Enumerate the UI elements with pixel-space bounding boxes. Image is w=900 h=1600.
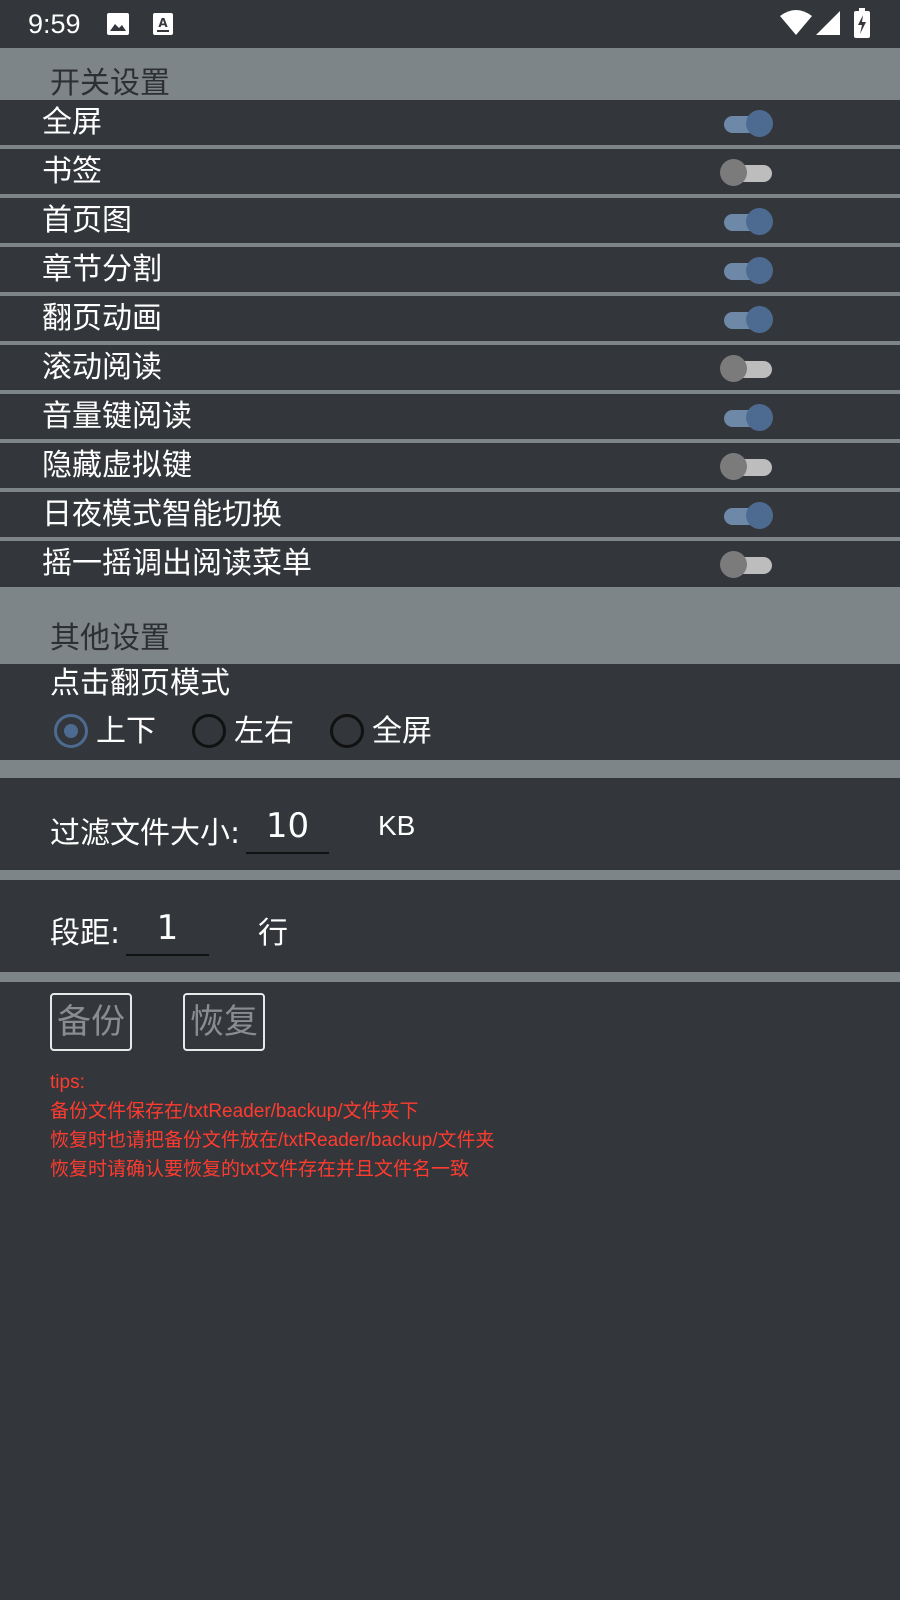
toggle-thumb [746, 110, 773, 137]
toggle-thumb [746, 306, 773, 333]
paragraph-spacing-label: 段距: [50, 916, 121, 951]
radio-unchecked-icon [192, 714, 226, 748]
switch-row-bookmark[interactable]: 书签 [0, 150, 900, 194]
switch-label: 摇一摇调出阅读菜单 [42, 546, 312, 581]
switch-row-day-night-auto[interactable]: 日夜模式智能切换 [0, 493, 900, 537]
switch-row-shake-menu[interactable]: 摇一摇调出阅读菜单 [0, 542, 900, 586]
backup-button[interactable]: 备份 [50, 993, 132, 1051]
other-section-header: 其他设置 [0, 587, 900, 664]
switch-row-page-animation[interactable]: 翻页动画 [0, 297, 900, 341]
switch-row-scroll-reading[interactable]: 滚动阅读 [0, 346, 900, 390]
filter-size-row: 过滤文件大小: 10 KB [0, 778, 900, 870]
switch-section-title: 开关设置 [50, 66, 170, 101]
fullscreen-toggle[interactable] [722, 110, 773, 137]
switch-row-hide-nav-keys[interactable]: 隐藏虚拟键 [0, 444, 900, 488]
radio-label: 左右 [234, 714, 294, 749]
paragraph-spacing-unit: 行 [258, 916, 288, 951]
tips-line: 恢复时也请把备份文件放在/txtReader/backup/文件夹 [50, 1130, 495, 1151]
paragraph-spacing-input[interactable]: 1 [126, 902, 209, 956]
switch-row-cover[interactable]: 首页图 [0, 199, 900, 243]
other-section-title: 其他设置 [50, 621, 170, 656]
scroll-reading-toggle[interactable] [720, 355, 772, 382]
switch-label: 全屏 [42, 105, 102, 140]
switch-label: 书签 [42, 154, 102, 189]
divider [0, 870, 900, 880]
radio-label: 全屏 [372, 714, 432, 749]
divider [0, 439, 900, 443]
page-mode-group: 点击翻页模式 上下 左右 全屏 [0, 664, 900, 760]
tips-line: tips: [50, 1072, 85, 1093]
radio-dot [64, 724, 78, 738]
switch-label: 日夜模式智能切换 [42, 497, 282, 532]
divider [0, 194, 900, 198]
tips-line: 恢复时请确认要恢复的txt文件存在并且文件名一致 [50, 1159, 470, 1180]
wifi-icon [780, 10, 812, 35]
toggle-thumb [720, 551, 747, 578]
paragraph-spacing-row: 段距: 1 行 [0, 880, 900, 972]
toggle-thumb [720, 453, 747, 480]
shake-menu-toggle[interactable] [720, 551, 772, 578]
bookmark-toggle[interactable] [720, 159, 772, 186]
divider [0, 760, 900, 778]
filter-size-unit: KB [378, 810, 416, 841]
toggle-thumb [746, 208, 773, 235]
toggle-thumb [720, 159, 747, 186]
tips-line: 备份文件保存在/txtReader/backup/文件夹下 [50, 1101, 419, 1122]
divider [0, 341, 900, 345]
radio-unchecked-icon [330, 714, 364, 748]
switch-row-volume-key[interactable]: 音量键阅读 [0, 395, 900, 439]
divider [0, 145, 900, 149]
filter-size-input[interactable]: 10 [246, 800, 329, 854]
volume-key-toggle[interactable] [722, 404, 773, 431]
switch-label: 音量键阅读 [42, 399, 192, 434]
switch-label: 首页图 [42, 203, 132, 238]
image-icon [107, 13, 129, 35]
battery-icon [854, 8, 870, 38]
toggle-thumb [746, 257, 773, 284]
day-night-auto-toggle[interactable] [722, 502, 773, 529]
toggle-thumb [746, 404, 773, 431]
divider [0, 390, 900, 394]
filter-size-label: 过滤文件大小: [50, 816, 241, 851]
radio-label: 上下 [96, 714, 156, 749]
switch-label: 隐藏虚拟键 [42, 448, 192, 483]
status-bar: 9:59 A [0, 0, 900, 48]
signal-icon [816, 11, 840, 35]
switch-label: 翻页动画 [42, 301, 162, 336]
divider [0, 537, 900, 541]
restore-button[interactable]: 恢复 [183, 993, 265, 1051]
cover-toggle[interactable] [722, 208, 773, 235]
chapter-split-toggle[interactable] [722, 257, 773, 284]
radio-checked-icon [54, 714, 88, 748]
page-animation-toggle[interactable] [722, 306, 773, 333]
toggle-thumb [720, 355, 747, 382]
toggle-thumb [746, 502, 773, 529]
status-time: 9:59 [28, 9, 81, 39]
switch-label: 滚动阅读 [42, 350, 162, 385]
switch-row-fullscreen[interactable]: 全屏 [0, 101, 900, 145]
a-text-icon: A [153, 13, 173, 35]
divider [0, 292, 900, 296]
switch-label: 章节分割 [42, 252, 162, 287]
divider [0, 972, 900, 982]
tips-text: tips: 备份文件保存在/txtReader/backup/文件夹下 恢复时也… [50, 1068, 494, 1184]
divider [0, 243, 900, 247]
switch-row-chapter-split[interactable]: 章节分割 [0, 248, 900, 292]
hide-nav-keys-toggle[interactable] [720, 453, 772, 480]
divider [0, 488, 900, 492]
svg-text:A: A [158, 16, 168, 30]
page-mode-title: 点击翻页模式 [50, 666, 230, 701]
switch-section-header: 开关设置 [0, 48, 900, 101]
